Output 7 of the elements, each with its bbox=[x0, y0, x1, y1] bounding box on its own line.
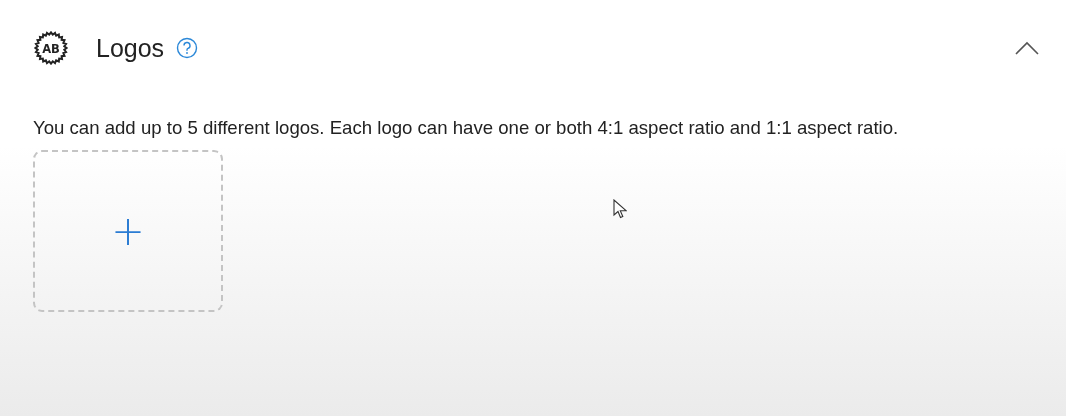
description-text: You can add up to 5 different logos. Each logo can have one or both 4:1 aspect ratio and 1:1 aspect ratio. bbox=[33, 116, 900, 140]
section-title: Logos bbox=[96, 33, 165, 63]
collapse-button[interactable] bbox=[1014, 40, 1040, 56]
pointer-icon bbox=[613, 199, 627, 219]
badge-icon: AB bbox=[33, 30, 69, 66]
help-icon[interactable] bbox=[176, 37, 199, 59]
add-logo-button[interactable]: + bbox=[33, 150, 223, 312]
